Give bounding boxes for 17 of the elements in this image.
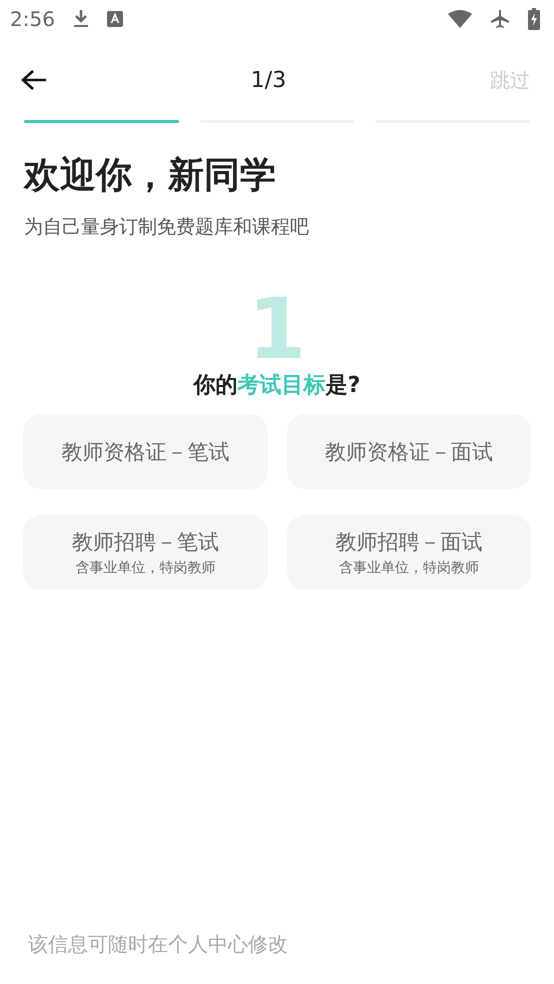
option-card[interactable]: 教师资格证－面试 bbox=[286, 414, 531, 489]
airplane-icon bbox=[490, 9, 510, 29]
welcome-subtitle: 为自己量身订制免费题库和课程吧 bbox=[24, 215, 310, 240]
status-time: 2:56 bbox=[10, 7, 55, 31]
wifi-icon bbox=[448, 10, 472, 28]
footer-note: 该信息可随时在个人中心修改 bbox=[28, 931, 289, 958]
back-arrow-icon[interactable] bbox=[21, 69, 47, 91]
option-card[interactable]: 教师招聘－笔试 含事业单位，特岗教师 bbox=[23, 515, 268, 590]
keyboard-a-icon bbox=[106, 11, 123, 27]
page-indicator: 1/3 bbox=[250, 68, 286, 92]
battery-icon bbox=[528, 8, 540, 30]
download-icon bbox=[72, 9, 89, 29]
step-number: 1 bbox=[248, 290, 306, 368]
question-text: 你的考试目标是? bbox=[194, 372, 360, 400]
option-card[interactable]: 教师资格证－笔试 bbox=[23, 414, 268, 489]
welcome-title: 欢迎你，新同学 bbox=[24, 154, 277, 198]
option-card[interactable]: 教师招聘－面试 含事业单位，特岗教师 bbox=[286, 515, 531, 590]
